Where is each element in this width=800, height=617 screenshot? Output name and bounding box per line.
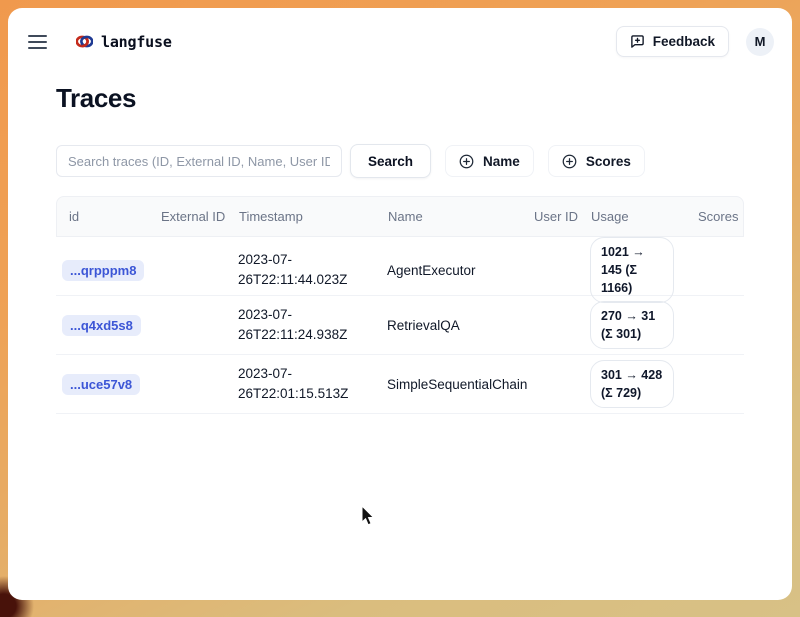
table-row[interactable]: ...qrpppm8 2023-07-26T22:11:44.023Z Agen… (56, 237, 744, 296)
usage-badge: 301 → 428 (Σ 729) (590, 360, 674, 408)
column-header-external-id: External ID (161, 208, 239, 226)
logo-link[interactable]: langfuse (76, 33, 172, 51)
search-input[interactable] (56, 145, 342, 177)
name-cell: RetrievalQA (387, 318, 533, 333)
app-window: langfuse Feedback M Traces Search (8, 8, 792, 600)
trace-id-cell: ...q4xd5s8 (56, 315, 160, 336)
plus-circle-icon (459, 154, 474, 169)
page-title: Traces (56, 83, 744, 114)
column-header-scores: Scores (698, 208, 750, 226)
timestamp-cell: 2023-07-26T22:11:24.938Z (238, 305, 387, 346)
filter-name-button[interactable]: Name (445, 145, 534, 177)
feedback-button[interactable]: Feedback (616, 26, 729, 57)
trace-id-cell: ...uce57v8 (56, 374, 160, 395)
trace-id-link[interactable]: ...qrpppm8 (62, 260, 144, 281)
search-row: Search Name Scores (56, 144, 744, 178)
usage-badge: 270 → 31 (Σ 301) (590, 301, 674, 349)
logo-text: langfuse (101, 33, 172, 51)
column-header-user-id: User ID (534, 208, 591, 226)
usage-badge: 1021 → 145 (Σ 1166) (590, 237, 674, 303)
trace-id-link[interactable]: ...uce57v8 (62, 374, 140, 395)
timestamp-cell: 2023-07-26T22:01:15.513Z (238, 364, 387, 405)
column-header-name: Name (388, 208, 534, 226)
name-cell: SimpleSequentialChain (387, 377, 533, 392)
column-header-id: id (57, 208, 161, 226)
table-row[interactable]: ...uce57v8 2023-07-26T22:01:15.513Z Simp… (56, 355, 744, 414)
feedback-label: Feedback (653, 34, 715, 49)
traces-table: id External ID Timestamp Name User ID Us… (56, 196, 744, 414)
name-cell: AgentExecutor (387, 263, 533, 278)
filter-name-label: Name (483, 154, 520, 169)
avatar[interactable]: M (746, 28, 774, 56)
avatar-initial: M (755, 34, 766, 49)
filter-scores-label: Scores (586, 154, 631, 169)
table-header-row: id External ID Timestamp Name User ID Us… (56, 196, 744, 237)
table-row[interactable]: ...q4xd5s8 2023-07-26T22:11:24.938Z Retr… (56, 296, 744, 355)
langfuse-knot-icon (76, 34, 93, 49)
trace-id-link[interactable]: ...q4xd5s8 (62, 315, 141, 336)
usage-cell: 270 → 31 (Σ 301) (590, 301, 697, 349)
usage-cell: 301 → 428 (Σ 729) (590, 360, 697, 408)
column-header-usage: Usage (591, 208, 698, 226)
filter-scores-button[interactable]: Scores (548, 145, 645, 177)
trace-id-cell: ...qrpppm8 (56, 260, 160, 281)
menu-icon[interactable] (28, 31, 54, 53)
plus-circle-icon (562, 154, 577, 169)
usage-cell: 1021 → 145 (Σ 1166) (590, 237, 697, 303)
search-button[interactable]: Search (350, 144, 431, 178)
timestamp-cell: 2023-07-26T22:11:44.023Z (238, 250, 387, 291)
feedback-bubble-icon (630, 34, 645, 49)
column-header-timestamp: Timestamp (239, 208, 388, 226)
main-content: Traces Search Name Scores (8, 83, 792, 414)
top-bar: langfuse Feedback M (8, 8, 792, 57)
